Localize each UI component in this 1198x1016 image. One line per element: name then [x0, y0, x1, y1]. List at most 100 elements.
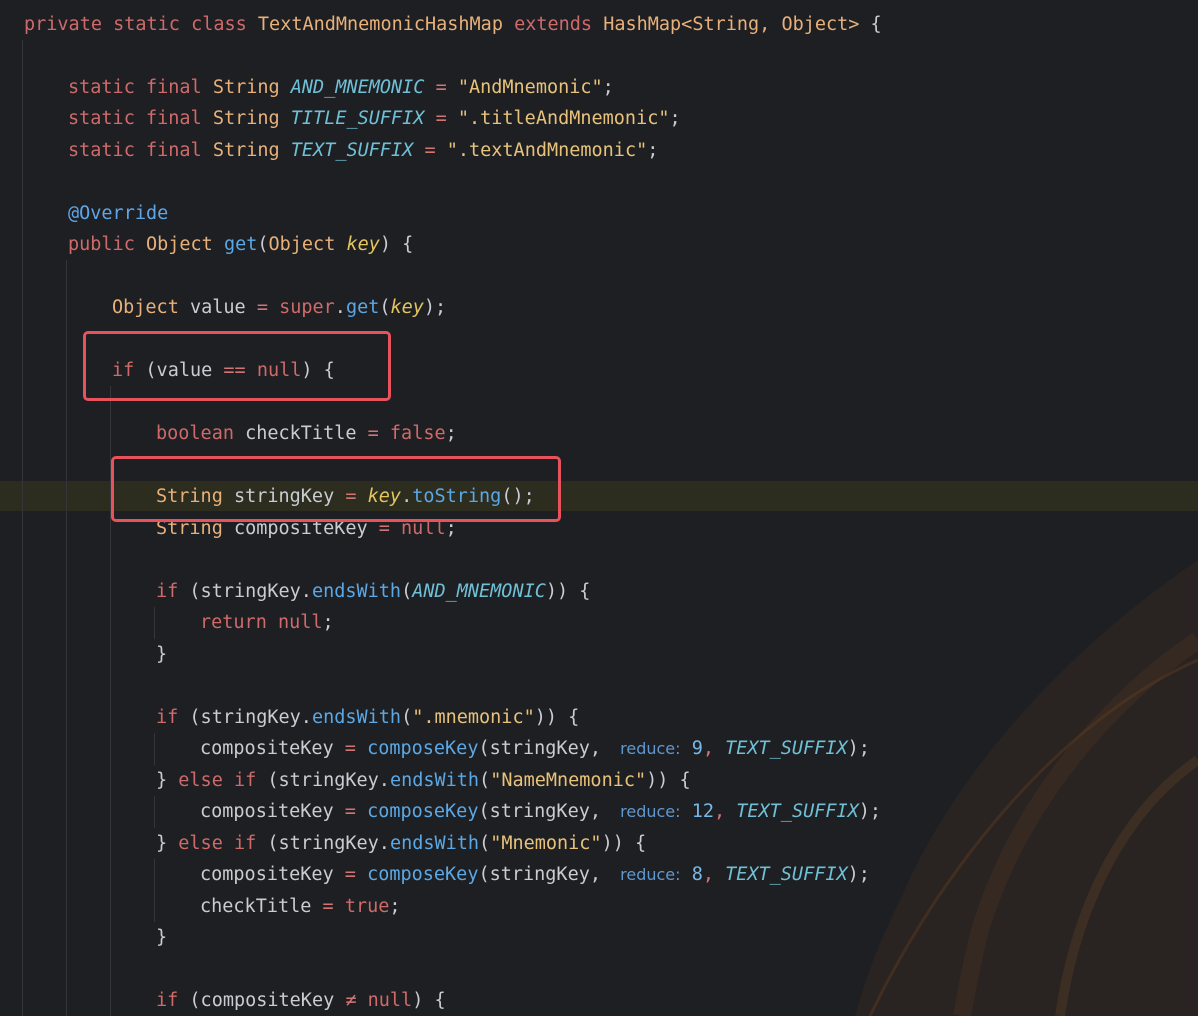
- open-paren: (: [479, 833, 491, 854]
- code-line-const-title-suffix[interactable]: static final String TITLE_SUFFIX = ".tit…: [68, 103, 681, 134]
- method-call-ends-with: endsWith: [389, 770, 480, 791]
- receiver: (stringKey.: [189, 707, 312, 728]
- operator-assign: =: [424, 140, 436, 161]
- indent-guide: [22, 40, 23, 1016]
- code-line-if-mnemonic[interactable]: if (stringKey.endsWith(".mnemonic")) {: [156, 702, 579, 733]
- keyword-true: true: [344, 896, 390, 917]
- type-param: Object>: [781, 14, 860, 35]
- indent-guide: [154, 796, 155, 828]
- comma: ,: [713, 801, 726, 822]
- close-brace: }: [156, 644, 168, 665]
- semicolon: ;: [389, 896, 401, 917]
- condition-composite-key: (compositeKey: [189, 990, 335, 1011]
- type-string: String: [212, 77, 280, 98]
- keyword-return: return: [200, 612, 267, 633]
- code-line-const-text-suffix[interactable]: static final String TEXT_SUFFIX = ".text…: [68, 135, 658, 166]
- code-line-close-brace[interactable]: }: [156, 922, 167, 953]
- method-call-ends-with: endsWith: [389, 833, 480, 854]
- field-ref: TEXT_SUFFIX: [736, 801, 859, 822]
- keyword-null: null: [277, 612, 323, 633]
- code-line-if-and-mnemonic[interactable]: if (stringKey.endsWith(AND_MNEMONIC)) {: [156, 576, 590, 607]
- receiver: (stringKey.: [267, 770, 390, 791]
- semicolon: ;: [647, 140, 659, 161]
- number-literal: 9: [691, 738, 703, 759]
- operator-assign: =: [344, 864, 356, 885]
- string-literal: ".mnemonic": [412, 707, 535, 728]
- close-brace: }: [156, 770, 168, 791]
- close-paren-brace: ) {: [379, 234, 414, 255]
- code-line-else-if-name-mnemonic[interactable]: } else if (stringKey.endsWith("NameMnemo…: [156, 765, 691, 796]
- code-line-if-not-null[interactable]: if (compositeKey ≠ null) {: [156, 985, 446, 1016]
- receiver: (stringKey.: [267, 833, 390, 854]
- semicolon: ;: [445, 423, 457, 444]
- string-literal: "Mnemonic": [490, 833, 602, 854]
- open-paren: (: [401, 707, 413, 728]
- number-literal: 8: [691, 864, 703, 885]
- keyword-if: if: [156, 581, 179, 602]
- code-line-check-title-true[interactable]: checkTitle = true;: [200, 891, 401, 922]
- semicolon: ;: [669, 108, 681, 129]
- type-string: String: [212, 108, 280, 129]
- return-type: Object: [145, 234, 213, 255]
- variable-check-title: checkTitle: [245, 423, 357, 444]
- class-name: TextAndMnemonicHashMap: [257, 14, 503, 35]
- close-paren: );: [423, 297, 447, 318]
- keyword-if: if: [233, 770, 257, 791]
- operator-assign: =: [435, 77, 447, 98]
- param-name: key: [346, 234, 380, 255]
- indent-guide: [154, 733, 155, 765]
- code-editor[interactable]: private static class TextAndMnemonicHash…: [0, 0, 1198, 1016]
- indent-guide: [154, 859, 155, 922]
- type-string: String: [212, 140, 280, 161]
- keyword-null: null: [367, 990, 413, 1011]
- open-paren: (: [479, 770, 491, 791]
- keyword-static: static: [113, 14, 180, 35]
- keyword-if: if: [233, 833, 257, 854]
- code-line-const-and-mnemonic[interactable]: static final String AND_MNEMONIC = "AndM…: [68, 72, 614, 103]
- keyword-extends: extends: [514, 14, 593, 35]
- semicolon: ;: [322, 612, 334, 633]
- method-call-compose-key: composeKey: [367, 801, 479, 822]
- argument-string-key: (stringKey,: [478, 864, 601, 885]
- code-line-return-null[interactable]: return null;: [200, 607, 334, 638]
- operator-assign: =: [435, 108, 447, 129]
- code-line-assign-12[interactable]: compositeKey = composeKey(stringKey, red…: [200, 796, 881, 827]
- method-name: get: [223, 234, 258, 255]
- method-call-ends-with: endsWith: [311, 581, 402, 602]
- keyword-final: final: [145, 77, 202, 98]
- open-paren: (: [401, 581, 413, 602]
- argument-string-key: (stringKey,: [478, 801, 601, 822]
- close-brace: }: [156, 927, 168, 948]
- field-name: TITLE_SUFFIX: [290, 108, 425, 129]
- keyword-final: final: [145, 108, 202, 129]
- variable-value: value: [189, 297, 246, 318]
- close-paren: );: [847, 864, 870, 885]
- code-line-check-title[interactable]: boolean checkTitle = false;: [156, 418, 457, 449]
- method-call-compose-key: composeKey: [367, 864, 479, 885]
- keyword-else: else: [178, 833, 223, 854]
- superclass-name: HashMap<String,: [603, 14, 771, 35]
- operator-assign: =: [322, 896, 334, 917]
- code-line-method-decl[interactable]: public Object get(Object key) {: [68, 229, 413, 260]
- method-call-get: get: [345, 297, 380, 318]
- code-line-value-decl[interactable]: Object value = super.get(key);: [112, 292, 446, 323]
- close-paren-brace: )) {: [601, 833, 647, 854]
- field-name: AND_MNEMONIC: [290, 77, 425, 98]
- string-literal: "AndMnemonic": [457, 77, 603, 98]
- method-call-ends-with: endsWith: [311, 707, 402, 728]
- receiver: (stringKey.: [189, 581, 312, 602]
- code-line-class-decl[interactable]: private static class TextAndMnemonicHash…: [24, 9, 882, 40]
- keyword-static: static: [68, 108, 135, 129]
- close-paren: );: [847, 738, 870, 759]
- code-line-annotation[interactable]: @Override: [68, 198, 168, 229]
- open-paren: (: [379, 297, 391, 318]
- code-line-else-if-mnemonic[interactable]: } else if (stringKey.endsWith("Mnemonic"…: [156, 828, 646, 859]
- string-literal: ".titleAndMnemonic": [457, 108, 670, 129]
- code-line-assign-9[interactable]: compositeKey = composeKey(stringKey, red…: [200, 733, 870, 764]
- code-line-assign-8[interactable]: compositeKey = composeKey(stringKey, red…: [200, 859, 870, 890]
- keyword-else: else: [178, 770, 223, 791]
- number-literal: 12: [691, 801, 714, 822]
- code-line-close-brace[interactable]: }: [156, 639, 167, 670]
- close-paren-brace: )) {: [646, 770, 691, 791]
- keyword-static: static: [68, 140, 135, 161]
